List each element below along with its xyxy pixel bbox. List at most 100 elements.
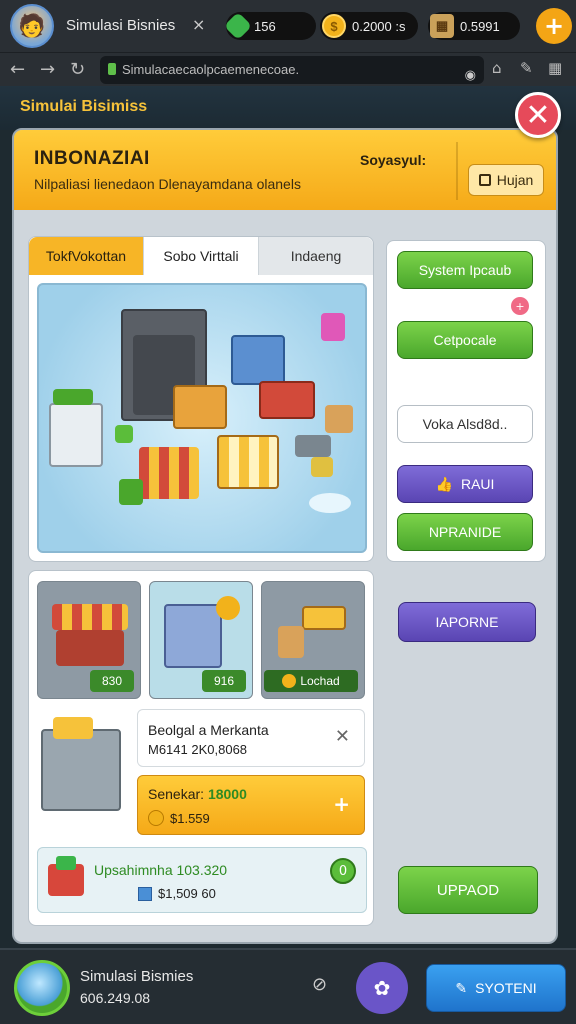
home-icon[interactable]: ⌂ (492, 59, 502, 77)
cash-stack-icon (48, 856, 84, 896)
buy-box[interactable]: Senekar: 18000 $1.559 + (137, 775, 365, 835)
gem-value: 156 (254, 18, 276, 34)
back-icon[interactable]: ← (10, 59, 25, 80)
buy-label: Senekar: 18000 (148, 786, 247, 802)
item-value: M6141 2K0,8068 (148, 742, 248, 757)
item-thumb-vending[interactable]: 916 (149, 581, 253, 699)
tab-other[interactable]: Indaeng (259, 237, 373, 275)
counter-icon (302, 606, 346, 630)
pencil-icon: ✎ (455, 979, 468, 996)
vending-sign-1 (53, 389, 93, 405)
tab-virtual[interactable]: Sobo Virttali (144, 237, 259, 275)
panel-header: INBONAZIAI Nilpaliasi lienedaon Dlenayam… (14, 130, 556, 210)
chair-icon (278, 626, 304, 658)
bookmark-icon[interactable]: ✎ (520, 59, 533, 77)
bottom-bar: Simulasi Bismies 606.249.08 ⊘ ✿ ✎ SYOTEN… (0, 948, 576, 1024)
tab-close-icon[interactable]: × (192, 15, 205, 34)
add-currency-button[interactable]: + (536, 8, 572, 44)
buy-cost: $1.559 (170, 810, 210, 826)
tab-shop[interactable]: TokfVokottan (29, 237, 144, 275)
upgrade-cost: $1,509 60 (158, 886, 216, 901)
lock-coin-icon (282, 674, 297, 688)
upgrade-name: Upsahimnha 103.320 (94, 862, 228, 878)
app-avatar[interactable]: 🧑 (10, 4, 54, 48)
box-value: 0.5991 (460, 18, 500, 34)
panel-title: INBONAZIAI (34, 148, 150, 169)
item-price-2: 916 (202, 670, 246, 692)
globe-avatar-icon[interactable] (14, 960, 70, 1016)
action-button-label: SYOTENI (475, 980, 537, 996)
camera-icon[interactable]: ◉ (465, 61, 476, 89)
upgrade-row[interactable]: Upsahimnha 103.320 $1,509 60 0 (37, 847, 367, 913)
gear-icon: ✿ (373, 976, 391, 1000)
system-button[interactable]: System Ipcaub (397, 251, 533, 289)
coin-icon (148, 810, 164, 826)
main-panel: INBONAZIAI Nilpaliasi lienedaon Dlenayam… (12, 128, 558, 944)
action-button[interactable]: ✎ SYOTENI (426, 964, 566, 1012)
shop-card: TokfVokottan Sobo Virttali Indaeng (28, 236, 374, 562)
item-thumb-stall[interactable]: 830 (37, 581, 141, 699)
stall-awning-icon (52, 604, 128, 630)
box-small-1 (325, 405, 353, 433)
shop-counter-icon (41, 729, 121, 811)
reload-icon[interactable]: ↻ (70, 59, 85, 80)
rau-button-label: RAUI (460, 476, 495, 492)
cloud-puff (309, 493, 351, 513)
close-icon[interactable]: ✕ (335, 726, 350, 747)
cube-icon (138, 886, 152, 901)
shop-scene-illustration[interactable] (37, 283, 367, 553)
item-locked-label: Lochad (300, 674, 340, 688)
buy-prefix: Senekar: (148, 786, 205, 802)
extensions-icon[interactable]: ▦ (548, 59, 562, 77)
cash-register (295, 435, 331, 457)
market-stall-yellow (217, 435, 279, 489)
stall-red (259, 381, 315, 419)
item-price-1: 830 (90, 670, 134, 692)
shop-counter-sign-icon (53, 717, 93, 739)
import-button[interactable]: IAPORNE (398, 602, 536, 642)
sign-pink (321, 313, 345, 341)
notification-badge: + (511, 297, 529, 315)
tab-title[interactable]: Simulasi Bisnies (66, 17, 175, 34)
item-thumb-locked[interactable]: Lochad (261, 581, 365, 699)
item-locked-badge: Lochad (264, 670, 358, 692)
close-panel-button[interactable]: ✕ (515, 92, 561, 138)
item-info-box: Beolgal a Merkanta M6141 2K0,8068 ✕ (137, 709, 365, 767)
settings-round-button[interactable]: ✿ (356, 962, 408, 1014)
shop-stall-blue (231, 335, 285, 385)
thumb-icon: 👍 (435, 475, 453, 492)
items-card: 830 916 Lochad Beolgal a Merkanta M6141 … (28, 570, 374, 926)
green-cube (115, 425, 133, 443)
plus-icon[interactable]: + (333, 792, 350, 816)
browser-tabbar: 🧑 Simulasi Bisnies × 156 $ 0.2000 :s ▦ 0… (0, 0, 576, 52)
box-counter: ▦ 0.5991 (428, 12, 520, 40)
edit-button-label: Hujan (496, 172, 534, 188)
box-small-2 (311, 457, 333, 477)
rau-button[interactable]: 👍 RAUI (397, 465, 533, 503)
market-stall-striped (139, 447, 199, 499)
url-field[interactable]: Simulacaecaolpcaemenecoae. ◉ (100, 56, 484, 84)
category-button[interactable]: Cetpocale (397, 321, 533, 359)
buy-cost-row: $1.559 (148, 810, 210, 826)
link-icon[interactable]: ⊘ (312, 974, 327, 995)
forward-icon[interactable]: → (40, 59, 55, 80)
upgrade-button[interactable]: UPPAOD (398, 866, 538, 914)
stall-body-icon (56, 630, 124, 666)
upgrade-small-button[interactable]: NPRANIDE (397, 513, 533, 551)
value-field[interactable]: Voka Alsd8d.. (397, 405, 533, 443)
bottom-title: Simulasi Bismies (80, 968, 194, 985)
crate-icon: ▦ (430, 14, 454, 38)
gem-icon (223, 11, 253, 41)
crate-gold-coins (173, 385, 227, 429)
upgrade-badge: 0 (330, 858, 356, 884)
game-header: Simulai Bisimiss (0, 86, 576, 130)
panel-status-label: Soyasyul: (360, 152, 427, 168)
vending-icon (164, 604, 222, 668)
gold-value: 0.2000 :s (352, 18, 406, 34)
vending-machine-1 (49, 403, 103, 467)
panel-subtitle: Nilpaliasi lienedaon Dlenayamdana olanel… (34, 176, 301, 192)
upgrade-cost-row: $1,509 60 (138, 886, 216, 901)
lock-icon (108, 63, 116, 75)
edit-button[interactable]: Hujan (468, 164, 544, 196)
url-text: Simulacaecaolpcaemenecoae. (122, 62, 300, 77)
